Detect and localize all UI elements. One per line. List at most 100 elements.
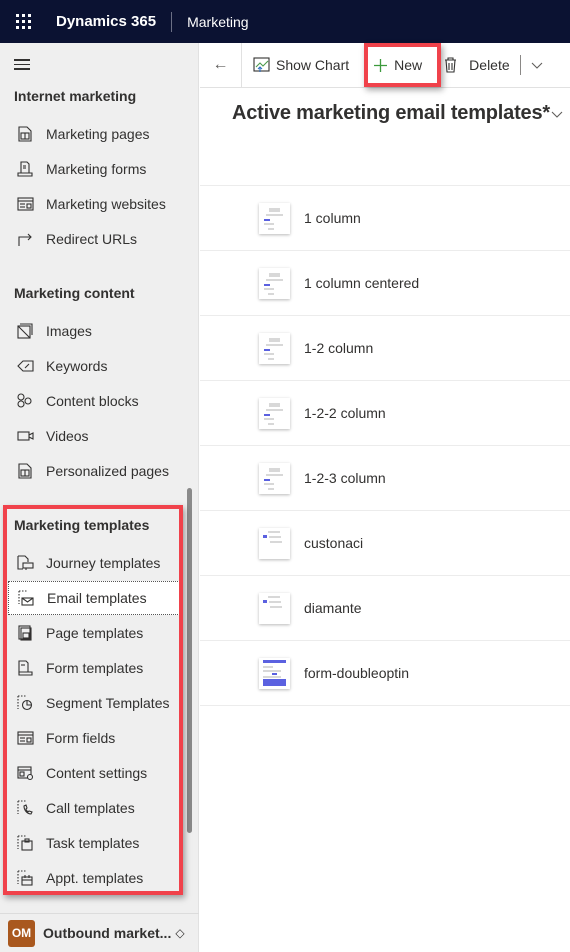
back-button[interactable]: ←	[200, 42, 242, 88]
sidebar-item-label: Appt. templates	[46, 870, 144, 886]
thumbnail-line	[269, 467, 280, 472]
sidebar-item-label: Form fields	[46, 730, 116, 746]
hamburger-menu-icon[interactable]	[14, 59, 30, 73]
sidebar-item-label: Keywords	[46, 358, 108, 374]
list-item[interactable]: 1-2 column	[200, 316, 570, 381]
thumbnail-line	[268, 487, 274, 490]
list-item[interactable]: diamante	[200, 576, 570, 641]
thumbnail-accent	[263, 599, 267, 603]
sidebar-item-form-fields[interactable]: Form fields	[8, 721, 180, 755]
thumbnail-line	[264, 222, 274, 225]
sidebar-item-content-settings[interactable]: Content settings	[8, 756, 180, 790]
app-launcher-button[interactable]	[0, 0, 46, 43]
video-icon	[14, 427, 36, 445]
template-thumbnail	[259, 527, 290, 559]
thumbnail-accent	[264, 413, 270, 416]
thumbnail-line	[269, 207, 280, 212]
sidebar-item-page-templates[interactable]: Page templates	[8, 616, 180, 650]
sidebar-item-content-blocks[interactable]: Content blocks	[8, 384, 180, 418]
template-thumbnail	[259, 332, 290, 364]
thumbnail-accent	[264, 283, 270, 286]
thumbnail-line	[266, 473, 283, 476]
show-chart-label: Show Chart	[276, 57, 350, 73]
view-selector-title[interactable]: Active marketing email templates*	[232, 102, 550, 125]
delete-button[interactable]: Delete	[444, 49, 510, 81]
email-template-icon	[15, 589, 37, 607]
list-item[interactable]: 1 column centered	[200, 251, 570, 316]
area-switcher[interactable]: OM Outbound market... ◇	[0, 913, 199, 952]
template-thumbnail	[259, 657, 290, 689]
sidebar-item-form-templates[interactable]: Form templates	[8, 651, 180, 685]
sidebar-item-email-templates[interactable]: Email templates	[8, 581, 180, 615]
appointment-template-icon	[14, 869, 36, 887]
template-name: custonaci	[304, 535, 364, 551]
template-thumbnail	[259, 397, 290, 429]
list-item[interactable]: form-doubleoptin	[200, 641, 570, 706]
thumbnail-accent	[264, 478, 270, 481]
thumbnail-accent	[264, 218, 270, 221]
sidebar-item-marketing-forms[interactable]: Marketing forms	[8, 152, 180, 186]
list-item[interactable]: 1-2-3 column	[200, 446, 570, 511]
thumbnail-line	[268, 227, 274, 230]
thumbnail-line	[263, 665, 273, 668]
new-button[interactable]: New	[373, 49, 422, 81]
waffle-icon	[15, 14, 31, 29]
list-item[interactable]: 1 column	[200, 186, 570, 251]
sidebar-item-videos[interactable]: Videos	[8, 419, 180, 453]
thumbnail-line	[266, 408, 283, 411]
list-item[interactable]: custonaci	[200, 511, 570, 576]
list-item[interactable]: 1-2-2 column	[200, 381, 570, 446]
thumbnail-line	[269, 272, 280, 277]
view-selector-chevron-icon[interactable]	[551, 108, 563, 122]
task-template-icon	[14, 834, 36, 852]
sidebar-item-task-templates[interactable]: Task templates	[8, 826, 180, 860]
sidebar-item-label: Email templates	[47, 590, 147, 606]
sidebar-item-label: Marketing forms	[46, 161, 147, 177]
tag-icon	[14, 357, 36, 375]
sidebar-item-label: Form templates	[46, 660, 144, 676]
sidebar: Internet marketing Marketing pages Marke…	[0, 43, 199, 952]
thumbnail-line	[266, 278, 283, 281]
email-template-list: 1 column 1 column centered 1-2 column 1-…	[200, 185, 570, 706]
template-thumbnail	[259, 202, 290, 234]
sidebar-scrollbar[interactable]	[187, 488, 192, 833]
more-commands-button[interactable]	[531, 49, 543, 81]
sidebar-item-images[interactable]: Images	[8, 314, 180, 348]
sidebar-item-keywords[interactable]: Keywords	[8, 349, 180, 383]
template-name: diamante	[304, 600, 362, 616]
thumbnail-line	[269, 337, 280, 342]
sidebar-item-appointment-templates[interactable]: Appt. templates	[8, 861, 180, 895]
template-thumbnail	[259, 267, 290, 299]
sidebar-item-label: Page templates	[46, 625, 144, 641]
delete-label: Delete	[469, 57, 510, 73]
app-name[interactable]: Dynamics 365	[56, 13, 156, 30]
website-icon	[14, 195, 36, 213]
thumbnail-line	[268, 357, 274, 360]
group-title-marketing-content: Marketing content	[14, 285, 135, 301]
sidebar-item-label: Marketing pages	[46, 126, 150, 142]
group-title-internet-marketing: Internet marketing	[14, 88, 137, 104]
sidebar-item-call-templates[interactable]: Call templates	[8, 791, 180, 825]
form-icon	[14, 160, 36, 178]
sidebar-item-segment-templates[interactable]: Segment Templates	[8, 686, 180, 720]
show-chart-button[interactable]: Show Chart	[253, 49, 349, 81]
template-name: 1-2-3 column	[304, 470, 386, 486]
sidebar-item-redirect-urls[interactable]: Redirect URLs	[8, 222, 180, 256]
form-template-icon	[14, 659, 36, 677]
sidebar-item-label: Videos	[46, 428, 89, 444]
thumbnail-line	[268, 422, 274, 425]
form-fields-icon	[14, 729, 36, 747]
sidebar-item-personalized-pages[interactable]: Personalized pages	[8, 454, 180, 488]
top-bar: Dynamics 365 Marketing	[0, 0, 570, 43]
sidebar-item-marketing-websites[interactable]: Marketing websites	[8, 187, 180, 221]
sidebar-item-label: Images	[46, 323, 92, 339]
thumbnail-line	[264, 287, 274, 290]
thumbnail-line	[270, 540, 282, 543]
group-title-marketing-templates: Marketing templates	[14, 517, 150, 533]
sidebar-item-label: Marketing websites	[46, 196, 166, 212]
sidebar-item-journey-templates[interactable]: Journey templates	[8, 546, 180, 580]
sidebar-item-marketing-pages[interactable]: Marketing pages	[8, 117, 180, 151]
sidebar-item-label: Personalized pages	[46, 463, 169, 479]
chevron-down-icon	[531, 57, 543, 73]
back-arrow-icon: ←	[212, 56, 229, 73]
